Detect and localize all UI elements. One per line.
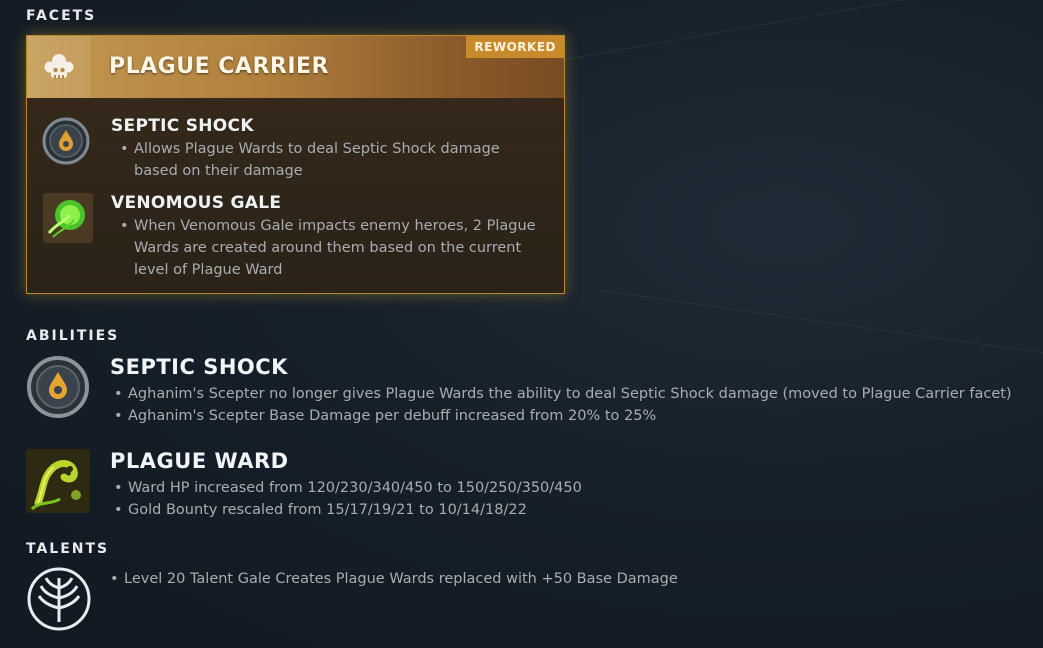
facet-ability-septic-shock: SEPTIC SHOCK Allows Plague Wards to deal…	[41, 116, 551, 179]
ability-septic-shock[interactable]: SEPTIC SHOCK Aghanim's Scepter no longer…	[26, 355, 1026, 430]
reworked-badge: REWORKED	[466, 36, 564, 58]
plague-ward-icon	[26, 449, 90, 513]
talent-tree-icon	[27, 567, 91, 631]
talents-section-title: TALENTS	[26, 541, 110, 557]
facet-ability-venomous-gale: VENOMOUS GALE When Venomous Gale impacts…	[41, 193, 551, 283]
background-line	[560, 0, 1043, 61]
facet-name: PLAGUE CARRIER	[109, 54, 329, 79]
facet-icon-box	[27, 36, 90, 98]
ability-notes: Aghanim's Scepter no longer gives Plague…	[110, 383, 1030, 427]
ability-name: SEPTIC SHOCK	[110, 355, 288, 379]
facet-ability-name: VENOMOUS GALE	[111, 193, 282, 213]
skull-helmet-icon	[44, 54, 73, 79]
note-item: Aghanim's Scepter Base Damage per debuff…	[110, 405, 1030, 427]
venomous-gale-icon	[43, 193, 93, 243]
facet-ability-notes: Allows Plague Wards to deal Septic Shock…	[116, 138, 546, 182]
facet-card-plague-carrier[interactable]: PLAGUE CARRIER REWORKED SEPTIC SHOCK All…	[26, 35, 565, 294]
background-line	[599, 290, 1043, 356]
note-item: Level 20 Talent Gale Creates Plague Ward…	[106, 568, 1006, 590]
abilities-section-title: ABILITIES	[26, 328, 120, 344]
facet-ability-name: SEPTIC SHOCK	[111, 116, 254, 136]
note-item: Gold Bounty rescaled from 15/17/19/21 to…	[110, 499, 1030, 521]
septic-shock-icon	[27, 356, 89, 418]
ability-plague-ward[interactable]: PLAGUE WARD Ward HP increased from 120/2…	[26, 449, 1026, 524]
facet-header: PLAGUE CARRIER REWORKED	[27, 36, 564, 98]
ability-notes: Ward HP increased from 120/230/340/450 t…	[110, 477, 1030, 521]
facets-section-title: FACETS	[26, 8, 97, 24]
ability-name: PLAGUE WARD	[110, 449, 289, 473]
talent-notes: Level 20 Talent Gale Creates Plague Ward…	[106, 568, 1006, 590]
note-item: Aghanim's Scepter no longer gives Plague…	[110, 383, 1030, 405]
note-item: Allows Plague Wards to deal Septic Shock…	[116, 138, 546, 182]
note-item: Ward HP increased from 120/230/340/450 t…	[110, 477, 1030, 499]
note-item: When Venomous Gale impacts enemy heroes,…	[116, 215, 546, 281]
septic-shock-icon	[42, 117, 90, 165]
facet-ability-notes: When Venomous Gale impacts enemy heroes,…	[116, 215, 546, 281]
